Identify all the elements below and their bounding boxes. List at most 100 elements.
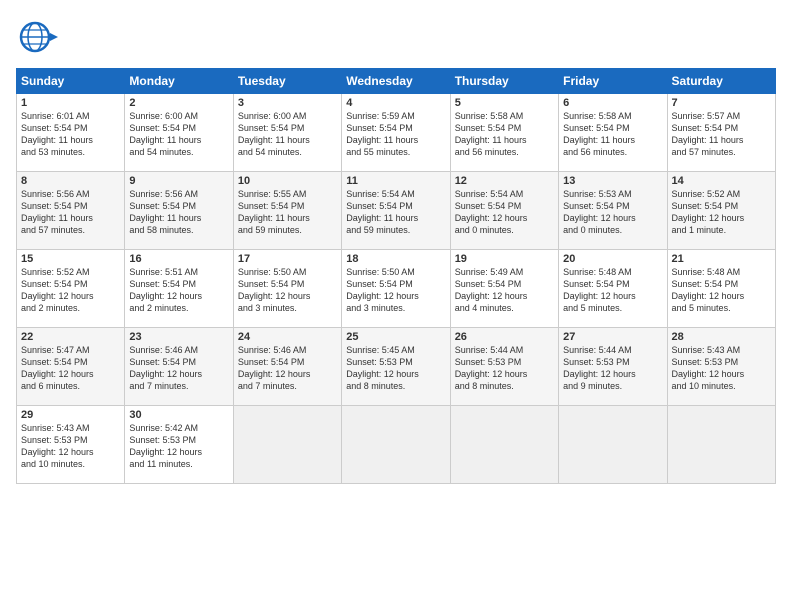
day-info: Sunrise: 5:43 AM Sunset: 5:53 PM Dayligh… [21,422,120,471]
calendar-cell: 20Sunrise: 5:48 AM Sunset: 5:54 PM Dayli… [559,250,667,328]
calendar-week-row: 1Sunrise: 6:01 AM Sunset: 5:54 PM Daylig… [17,94,776,172]
day-info: Sunrise: 5:44 AM Sunset: 5:53 PM Dayligh… [563,344,662,393]
calendar-cell: 28Sunrise: 5:43 AM Sunset: 5:53 PM Dayli… [667,328,775,406]
day-info: Sunrise: 5:48 AM Sunset: 5:54 PM Dayligh… [672,266,771,315]
calendar-cell: 26Sunrise: 5:44 AM Sunset: 5:53 PM Dayli… [450,328,558,406]
day-number: 9 [129,175,228,187]
day-info: Sunrise: 5:53 AM Sunset: 5:54 PM Dayligh… [563,188,662,237]
day-number: 8 [21,175,120,187]
day-number: 26 [455,331,554,343]
calendar-cell: 21Sunrise: 5:48 AM Sunset: 5:54 PM Dayli… [667,250,775,328]
day-number: 21 [672,253,771,265]
day-number: 10 [238,175,337,187]
calendar-cell: 13Sunrise: 5:53 AM Sunset: 5:54 PM Dayli… [559,172,667,250]
weekday-header: Sunday [17,69,125,94]
day-info: Sunrise: 5:52 AM Sunset: 5:54 PM Dayligh… [21,266,120,315]
calendar-cell: 30Sunrise: 5:42 AM Sunset: 5:53 PM Dayli… [125,406,233,484]
calendar-week-row: 15Sunrise: 5:52 AM Sunset: 5:54 PM Dayli… [17,250,776,328]
calendar-cell: 4Sunrise: 5:59 AM Sunset: 5:54 PM Daylig… [342,94,450,172]
day-number: 24 [238,331,337,343]
day-number: 30 [129,409,228,421]
day-number: 25 [346,331,445,343]
calendar-cell [667,406,775,484]
weekday-header: Tuesday [233,69,341,94]
calendar-week-row: 8Sunrise: 5:56 AM Sunset: 5:54 PM Daylig… [17,172,776,250]
day-number: 15 [21,253,120,265]
calendar-cell: 10Sunrise: 5:55 AM Sunset: 5:54 PM Dayli… [233,172,341,250]
day-number: 5 [455,97,554,109]
calendar-cell: 6Sunrise: 5:58 AM Sunset: 5:54 PM Daylig… [559,94,667,172]
calendar-cell [233,406,341,484]
calendar-cell: 18Sunrise: 5:50 AM Sunset: 5:54 PM Dayli… [342,250,450,328]
calendar-cell: 25Sunrise: 5:45 AM Sunset: 5:53 PM Dayli… [342,328,450,406]
calendar-cell: 15Sunrise: 5:52 AM Sunset: 5:54 PM Dayli… [17,250,125,328]
calendar-cell: 3Sunrise: 6:00 AM Sunset: 5:54 PM Daylig… [233,94,341,172]
calendar-cell [450,406,558,484]
calendar-cell: 22Sunrise: 5:47 AM Sunset: 5:54 PM Dayli… [17,328,125,406]
calendar-cell: 12Sunrise: 5:54 AM Sunset: 5:54 PM Dayli… [450,172,558,250]
day-info: Sunrise: 5:56 AM Sunset: 5:54 PM Dayligh… [129,188,228,237]
calendar-cell: 17Sunrise: 5:50 AM Sunset: 5:54 PM Dayli… [233,250,341,328]
day-info: Sunrise: 5:45 AM Sunset: 5:53 PM Dayligh… [346,344,445,393]
weekday-header: Thursday [450,69,558,94]
calendar-cell: 14Sunrise: 5:52 AM Sunset: 5:54 PM Dayli… [667,172,775,250]
day-info: Sunrise: 5:58 AM Sunset: 5:54 PM Dayligh… [563,110,662,159]
calendar-week-row: 29Sunrise: 5:43 AM Sunset: 5:53 PM Dayli… [17,406,776,484]
day-info: Sunrise: 5:58 AM Sunset: 5:54 PM Dayligh… [455,110,554,159]
day-number: 27 [563,331,662,343]
day-number: 7 [672,97,771,109]
day-info: Sunrise: 6:00 AM Sunset: 5:54 PM Dayligh… [238,110,337,159]
day-number: 29 [21,409,120,421]
calendar-cell [342,406,450,484]
calendar-cell: 2Sunrise: 6:00 AM Sunset: 5:54 PM Daylig… [125,94,233,172]
day-info: Sunrise: 5:54 AM Sunset: 5:54 PM Dayligh… [346,188,445,237]
calendar-cell: 19Sunrise: 5:49 AM Sunset: 5:54 PM Dayli… [450,250,558,328]
weekday-header: Wednesday [342,69,450,94]
day-info: Sunrise: 5:59 AM Sunset: 5:54 PM Dayligh… [346,110,445,159]
day-number: 13 [563,175,662,187]
day-number: 3 [238,97,337,109]
day-info: Sunrise: 5:46 AM Sunset: 5:54 PM Dayligh… [129,344,228,393]
page: SundayMondayTuesdayWednesdayThursdayFrid… [0,0,792,612]
day-info: Sunrise: 5:56 AM Sunset: 5:54 PM Dayligh… [21,188,120,237]
day-number: 20 [563,253,662,265]
day-info: Sunrise: 5:50 AM Sunset: 5:54 PM Dayligh… [238,266,337,315]
day-info: Sunrise: 5:42 AM Sunset: 5:53 PM Dayligh… [129,422,228,471]
day-number: 19 [455,253,554,265]
calendar-cell: 9Sunrise: 5:56 AM Sunset: 5:54 PM Daylig… [125,172,233,250]
calendar-cell: 5Sunrise: 5:58 AM Sunset: 5:54 PM Daylig… [450,94,558,172]
day-info: Sunrise: 5:55 AM Sunset: 5:54 PM Dayligh… [238,188,337,237]
day-number: 2 [129,97,228,109]
calendar-week-row: 22Sunrise: 5:47 AM Sunset: 5:54 PM Dayli… [17,328,776,406]
logo [16,16,58,58]
day-info: Sunrise: 5:54 AM Sunset: 5:54 PM Dayligh… [455,188,554,237]
calendar-cell: 29Sunrise: 5:43 AM Sunset: 5:53 PM Dayli… [17,406,125,484]
day-info: Sunrise: 5:52 AM Sunset: 5:54 PM Dayligh… [672,188,771,237]
calendar-cell: 1Sunrise: 6:01 AM Sunset: 5:54 PM Daylig… [17,94,125,172]
logo-icon [16,16,58,58]
day-number: 16 [129,253,228,265]
calendar-cell: 11Sunrise: 5:54 AM Sunset: 5:54 PM Dayli… [342,172,450,250]
day-info: Sunrise: 5:47 AM Sunset: 5:54 PM Dayligh… [21,344,120,393]
day-number: 11 [346,175,445,187]
day-info: Sunrise: 5:57 AM Sunset: 5:54 PM Dayligh… [672,110,771,159]
calendar: SundayMondayTuesdayWednesdayThursdayFrid… [16,68,776,484]
day-info: Sunrise: 6:00 AM Sunset: 5:54 PM Dayligh… [129,110,228,159]
day-number: 17 [238,253,337,265]
day-info: Sunrise: 5:43 AM Sunset: 5:53 PM Dayligh… [672,344,771,393]
calendar-cell: 7Sunrise: 5:57 AM Sunset: 5:54 PM Daylig… [667,94,775,172]
day-number: 28 [672,331,771,343]
day-info: Sunrise: 5:49 AM Sunset: 5:54 PM Dayligh… [455,266,554,315]
calendar-cell: 24Sunrise: 5:46 AM Sunset: 5:54 PM Dayli… [233,328,341,406]
day-info: Sunrise: 5:48 AM Sunset: 5:54 PM Dayligh… [563,266,662,315]
day-number: 12 [455,175,554,187]
day-info: Sunrise: 5:51 AM Sunset: 5:54 PM Dayligh… [129,266,228,315]
weekday-header: Saturday [667,69,775,94]
day-number: 14 [672,175,771,187]
day-info: Sunrise: 6:01 AM Sunset: 5:54 PM Dayligh… [21,110,120,159]
day-number: 1 [21,97,120,109]
day-info: Sunrise: 5:46 AM Sunset: 5:54 PM Dayligh… [238,344,337,393]
calendar-cell: 16Sunrise: 5:51 AM Sunset: 5:54 PM Dayli… [125,250,233,328]
day-info: Sunrise: 5:44 AM Sunset: 5:53 PM Dayligh… [455,344,554,393]
day-info: Sunrise: 5:50 AM Sunset: 5:54 PM Dayligh… [346,266,445,315]
